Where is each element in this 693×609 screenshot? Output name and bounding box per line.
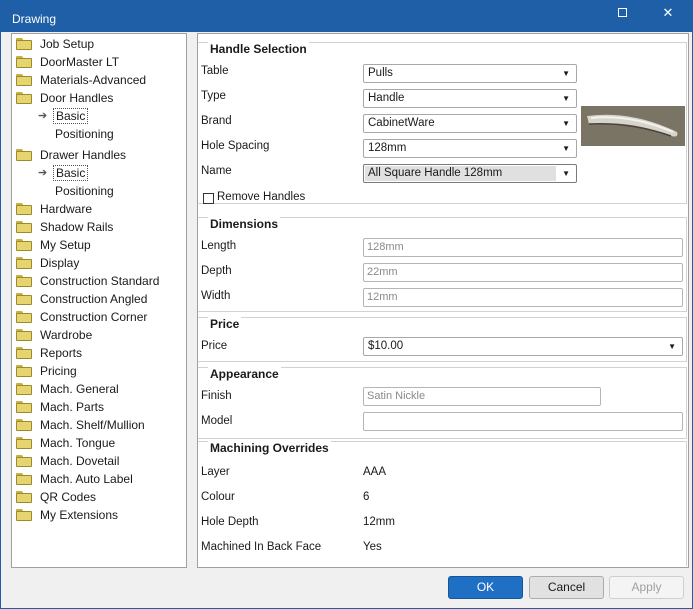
dropdown-arrow-icon: ▼	[562, 94, 570, 103]
close-button[interactable]: ✕	[645, 1, 691, 32]
folder-icon	[16, 491, 32, 503]
folder-icon	[16, 293, 32, 305]
finish-field[interactable]: Satin Nickle	[363, 387, 601, 406]
folder-icon	[16, 473, 32, 485]
type-combo[interactable]: Handle ▼	[363, 89, 577, 108]
folder-icon	[16, 56, 32, 68]
folder-icon	[16, 455, 32, 467]
drawing-dialog: Drawing ✕ Job Setup DoorMaster LT Materi…	[0, 0, 693, 609]
dropdown-arrow-icon: ▼	[562, 69, 570, 78]
dropdown-arrow-icon: ▼	[562, 119, 570, 128]
arrow-right-icon: ➔	[38, 167, 48, 179]
dropdown-arrow-icon: ▼	[562, 144, 570, 153]
folder-icon	[16, 257, 32, 269]
folder-icon	[16, 419, 32, 431]
folder-icon	[16, 74, 32, 86]
open-folder-icon	[16, 92, 32, 104]
property-pane: Handle Selection Table Pulls ▼ Type Handl…	[197, 33, 689, 568]
hole-depth-label: Hole Depth	[201, 516, 259, 528]
table-combo[interactable]: Pulls ▼	[363, 64, 577, 83]
back-face-value: Yes	[363, 541, 382, 553]
folder-icon	[16, 275, 32, 287]
colour-label: Colour	[201, 491, 235, 503]
folder-icon	[16, 509, 32, 521]
price-combo[interactable]: $10.00 ▼	[363, 337, 683, 356]
name-combo[interactable]: All Square Handle 128mm ▼	[363, 164, 577, 183]
window-title: Drawing	[12, 12, 57, 26]
layer-value: AAA	[363, 466, 387, 478]
cancel-button[interactable]: Cancel	[529, 576, 604, 599]
folder-icon	[16, 365, 32, 377]
folder-icon	[16, 239, 32, 251]
hole-spacing-combo[interactable]: 128mm ▼	[363, 139, 577, 158]
depth-label: Depth	[201, 265, 232, 277]
tree-item-door-handles-positioning[interactable]: Positioning	[55, 125, 114, 143]
layer-label: Layer	[201, 466, 230, 478]
title-bar: Drawing ✕	[1, 1, 692, 32]
maximize-icon	[617, 8, 627, 17]
colour-value: 6	[363, 491, 370, 503]
handle-preview-image	[581, 106, 685, 146]
depth-field[interactable]: 22mm	[363, 263, 683, 282]
folder-icon	[16, 329, 32, 341]
tree-item-door-handles-basic[interactable]: ➔ Basic	[12, 107, 182, 125]
length-field[interactable]: 128mm	[363, 238, 683, 257]
folder-icon	[16, 38, 32, 50]
brand-label: Brand	[201, 115, 232, 127]
folder-icon	[16, 347, 32, 359]
hole-depth-value: 12mm	[363, 516, 395, 528]
maximize-button[interactable]	[599, 1, 645, 32]
folder-icon	[16, 437, 32, 449]
ok-button[interactable]: OK	[448, 576, 523, 599]
price-label: Price	[201, 340, 228, 352]
name-label: Name	[201, 165, 232, 177]
type-label: Type	[201, 90, 226, 102]
folder-icon	[16, 203, 32, 215]
tree-item-drawer-handles-positioning[interactable]: Positioning	[55, 182, 114, 200]
group-title: Price	[208, 317, 242, 331]
table-label: Table	[201, 65, 229, 77]
remove-handles-label[interactable]: Remove Handles	[217, 191, 305, 203]
model-field[interactable]	[363, 412, 683, 431]
close-icon: ✕	[662, 5, 674, 20]
price-group: Price Price $10.00 ▼	[198, 317, 687, 362]
model-label: Model	[201, 415, 233, 427]
length-label: Length	[201, 240, 237, 252]
folder-icon	[16, 311, 32, 323]
dropdown-arrow-icon: ▼	[562, 169, 570, 178]
hole-spacing-label: Hole Spacing	[201, 140, 270, 152]
group-title: Appearance	[208, 367, 281, 381]
group-title: Dimensions	[208, 217, 281, 231]
folder-icon	[16, 221, 32, 233]
dropdown-arrow-icon: ▼	[668, 342, 676, 351]
appearance-group: Appearance Finish Satin Nickle Model	[198, 367, 687, 439]
width-field[interactable]: 12mm	[363, 288, 683, 307]
back-face-label: Machined In Back Face	[201, 541, 322, 553]
folder-icon	[16, 383, 32, 395]
settings-tree: Job Setup DoorMaster LT Materials-Advanc…	[11, 33, 187, 568]
apply-button[interactable]: Apply	[609, 576, 684, 599]
remove-handles-checkbox[interactable]	[203, 193, 214, 204]
folder-icon	[16, 401, 32, 413]
finish-label: Finish	[201, 390, 232, 402]
arrow-right-icon: ➔	[38, 110, 48, 122]
machining-overrides-group: Machining Overrides Layer AAA Colour 6 H…	[198, 441, 687, 566]
open-folder-icon	[16, 149, 32, 161]
width-label: Width	[201, 290, 231, 302]
tree-item-drawer-handles-basic[interactable]: ➔ Basic	[12, 164, 182, 182]
dimensions-group: Dimensions Length 128mm Depth 22mm Width…	[198, 217, 687, 312]
group-title: Machining Overrides	[208, 441, 331, 455]
brand-combo[interactable]: CabinetWare ▼	[363, 114, 577, 133]
group-title: Handle Selection	[208, 42, 309, 56]
